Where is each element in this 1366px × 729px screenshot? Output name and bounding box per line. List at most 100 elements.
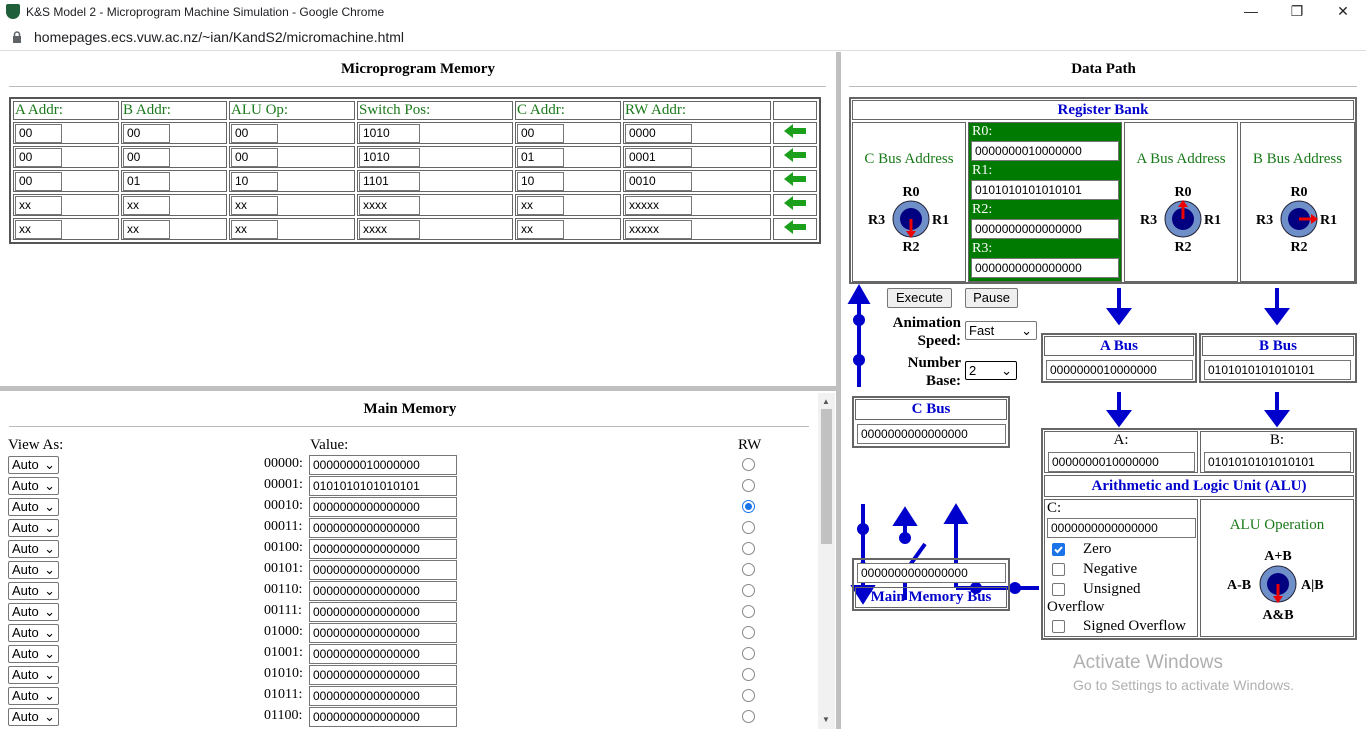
- url-text[interactable]: homepages.ecs.vuw.ac.nz/~ian/KandS2/micr…: [34, 29, 404, 45]
- microprogram-arrow-cell[interactable]: [773, 170, 817, 192]
- b-bus-address-dial[interactable]: R0 R3 R1 R2: [1254, 183, 1344, 253]
- microprogram-field[interactable]: [625, 195, 692, 215]
- a-bus-field[interactable]: [1046, 360, 1193, 380]
- microprogram-arrow-cell[interactable]: [773, 194, 817, 216]
- memory-value-field[interactable]: [309, 707, 457, 727]
- c-bus-address-dial[interactable]: R0 R3 R1 R2: [866, 183, 956, 253]
- view-as-select[interactable]: Auto ⌄: [8, 603, 59, 621]
- a-reg-field[interactable]: [1048, 452, 1195, 472]
- memory-value-field[interactable]: [309, 644, 457, 664]
- microprogram-field[interactable]: [359, 123, 420, 143]
- address-bar[interactable]: homepages.ecs.vuw.ac.nz/~ian/KandS2/micr…: [0, 24, 1366, 51]
- microprogram-field[interactable]: [231, 123, 278, 143]
- microprogram-field[interactable]: [15, 123, 62, 143]
- microprogram-field[interactable]: [123, 219, 170, 239]
- green-arrow-left-icon[interactable]: [784, 219, 806, 234]
- flag-checkbox[interactable]: [1052, 543, 1065, 556]
- memory-value-field[interactable]: [309, 686, 457, 706]
- memory-value-field[interactable]: [309, 665, 457, 685]
- main-memory-scrollbar[interactable]: ▲ ▼: [818, 393, 835, 729]
- memory-value-field[interactable]: [309, 476, 457, 496]
- microprogram-field[interactable]: [123, 171, 170, 191]
- memory-value-field[interactable]: [309, 581, 457, 601]
- microprogram-field[interactable]: [625, 147, 692, 167]
- microprogram-field[interactable]: [517, 219, 564, 239]
- minimize-icon[interactable]: —: [1241, 3, 1261, 21]
- alu-c-field[interactable]: [1047, 518, 1196, 538]
- memory-value-field[interactable]: [309, 602, 457, 622]
- microprogram-field[interactable]: [359, 219, 420, 239]
- memory-value-field[interactable]: [309, 539, 457, 559]
- rw-radio[interactable]: [742, 542, 755, 555]
- a-bus-address-dial[interactable]: R0 R3 R1 R2: [1138, 183, 1228, 253]
- rw-radio[interactable]: [742, 689, 755, 702]
- memory-value-field[interactable]: [309, 455, 457, 475]
- register-value-field[interactable]: [971, 180, 1119, 200]
- view-as-select[interactable]: Auto ⌄: [8, 666, 59, 684]
- microprogram-field[interactable]: [123, 195, 170, 215]
- flag-checkbox[interactable]: [1052, 563, 1065, 576]
- microprogram-arrow-cell[interactable]: [773, 146, 817, 168]
- rw-radio[interactable]: [742, 647, 755, 660]
- alu-operation-dial[interactable]: A+B A-B A|B A&B: [1223, 547, 1333, 622]
- view-as-select[interactable]: Auto ⌄: [8, 456, 59, 474]
- close-icon[interactable]: ✕: [1333, 3, 1353, 21]
- microprogram-field[interactable]: [359, 195, 420, 215]
- view-as-select[interactable]: Auto ⌄: [8, 582, 59, 600]
- c-bus-field[interactable]: [857, 424, 1006, 444]
- microprogram-field[interactable]: [517, 171, 564, 191]
- signed-overflow-checkbox[interactable]: [1052, 620, 1065, 633]
- view-as-select[interactable]: Auto ⌄: [8, 540, 59, 558]
- microprogram-field[interactable]: [359, 147, 420, 167]
- register-value-field[interactable]: [971, 141, 1119, 161]
- microprogram-field[interactable]: [517, 195, 564, 215]
- microprogram-field[interactable]: [15, 147, 62, 167]
- microprogram-field[interactable]: [625, 219, 692, 239]
- microprogram-field[interactable]: [359, 171, 420, 191]
- memory-value-field[interactable]: [309, 560, 457, 580]
- microprogram-field[interactable]: [231, 171, 278, 191]
- view-as-select[interactable]: Auto ⌄: [8, 624, 59, 642]
- register-value-field[interactable]: [971, 219, 1119, 239]
- view-as-select[interactable]: Auto ⌄: [8, 561, 59, 579]
- restore-icon[interactable]: ❐: [1287, 3, 1307, 21]
- rw-radio[interactable]: [742, 521, 755, 534]
- horizontal-frame-divider[interactable]: [0, 386, 836, 391]
- rw-radio[interactable]: [742, 710, 755, 723]
- microprogram-field[interactable]: [517, 147, 564, 167]
- flag-checkbox[interactable]: [1052, 583, 1065, 596]
- view-as-select[interactable]: Auto ⌄: [8, 477, 59, 495]
- microprogram-arrow-cell[interactable]: [773, 122, 817, 144]
- b-reg-field[interactable]: [1204, 452, 1351, 472]
- microprogram-field[interactable]: [231, 195, 278, 215]
- microprogram-arrow-cell[interactable]: [773, 218, 817, 240]
- main-memory-bus-field[interactable]: [857, 563, 1006, 583]
- rw-radio[interactable]: [742, 584, 755, 597]
- memory-value-field[interactable]: [309, 497, 457, 517]
- microprogram-field[interactable]: [517, 123, 564, 143]
- microprogram-field[interactable]: [231, 147, 278, 167]
- register-value-field[interactable]: [971, 258, 1119, 278]
- memory-value-field[interactable]: [309, 623, 457, 643]
- rw-radio[interactable]: [742, 500, 755, 513]
- green-arrow-left-icon[interactable]: [784, 123, 806, 138]
- view-as-select[interactable]: Auto ⌄: [8, 708, 59, 726]
- rw-radio[interactable]: [742, 605, 755, 618]
- green-arrow-left-icon[interactable]: [784, 147, 806, 162]
- green-arrow-left-icon[interactable]: [784, 171, 806, 186]
- rw-radio[interactable]: [742, 668, 755, 681]
- memory-value-field[interactable]: [309, 518, 457, 538]
- microprogram-field[interactable]: [15, 195, 62, 215]
- microprogram-field[interactable]: [231, 219, 278, 239]
- microprogram-field[interactable]: [15, 171, 62, 191]
- view-as-select[interactable]: Auto ⌄: [8, 498, 59, 516]
- rw-radio[interactable]: [742, 626, 755, 639]
- microprogram-field[interactable]: [625, 171, 692, 191]
- rw-radio[interactable]: [742, 458, 755, 471]
- rw-radio[interactable]: [742, 563, 755, 576]
- microprogram-field[interactable]: [15, 219, 62, 239]
- microprogram-field[interactable]: [625, 123, 692, 143]
- view-as-select[interactable]: Auto ⌄: [8, 645, 59, 663]
- view-as-select[interactable]: Auto ⌄: [8, 519, 59, 537]
- microprogram-field[interactable]: [123, 123, 170, 143]
